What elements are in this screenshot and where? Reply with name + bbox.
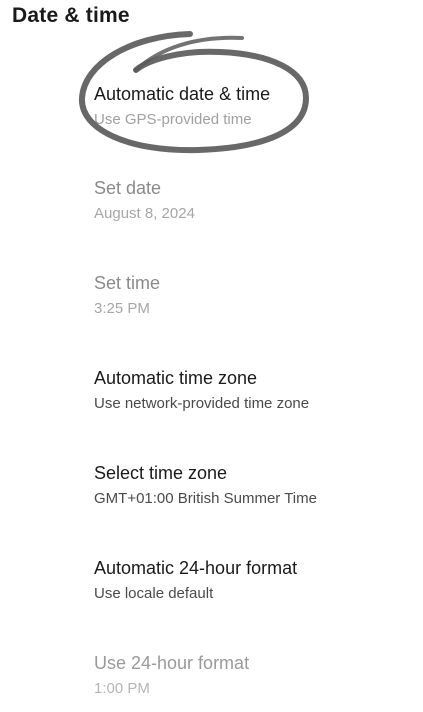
- setting-title: Select time zone: [94, 463, 228, 483]
- use-24-hour-format-setting[interactable]: Use 24-hour format 1:00 PM: [94, 652, 414, 712]
- setting-summary: 3:25 PM: [94, 300, 150, 317]
- automatic-time-zone-setting[interactable]: Automatic time zone Use network-provided…: [94, 367, 414, 427]
- settings-list: Automatic date & time Use GPS-provided t…: [0, 0, 423, 699]
- set-time-setting[interactable]: Set time 3:25 PM: [94, 272, 414, 332]
- setting-summary: GMT+01:00 British Summer Time: [94, 490, 317, 507]
- setting-summary: Use network-provided time zone: [94, 395, 310, 412]
- setting-title: Automatic date & time: [94, 84, 271, 104]
- setting-summary: 1:00 PM: [94, 680, 150, 697]
- set-date-setting[interactable]: Set date August 8, 2024: [94, 177, 414, 237]
- select-time-zone-setting[interactable]: Select time zone GMT+01:00 British Summe…: [94, 462, 414, 522]
- setting-title: Automatic time zone: [94, 368, 258, 388]
- setting-title: Set time: [94, 273, 161, 293]
- automatic-24-hour-format-setting[interactable]: Automatic 24-hour format Use locale defa…: [94, 557, 414, 617]
- setting-summary: Use GPS-provided time: [94, 111, 252, 128]
- setting-title: Automatic 24-hour format: [94, 558, 298, 578]
- setting-summary: Use locale default: [94, 585, 214, 602]
- setting-summary: August 8, 2024: [94, 205, 195, 222]
- setting-title: Use 24-hour format: [94, 653, 250, 673]
- setting-title: Set date: [94, 178, 162, 198]
- automatic-date-time-setting[interactable]: Automatic date & time Use GPS-provided t…: [94, 83, 414, 143]
